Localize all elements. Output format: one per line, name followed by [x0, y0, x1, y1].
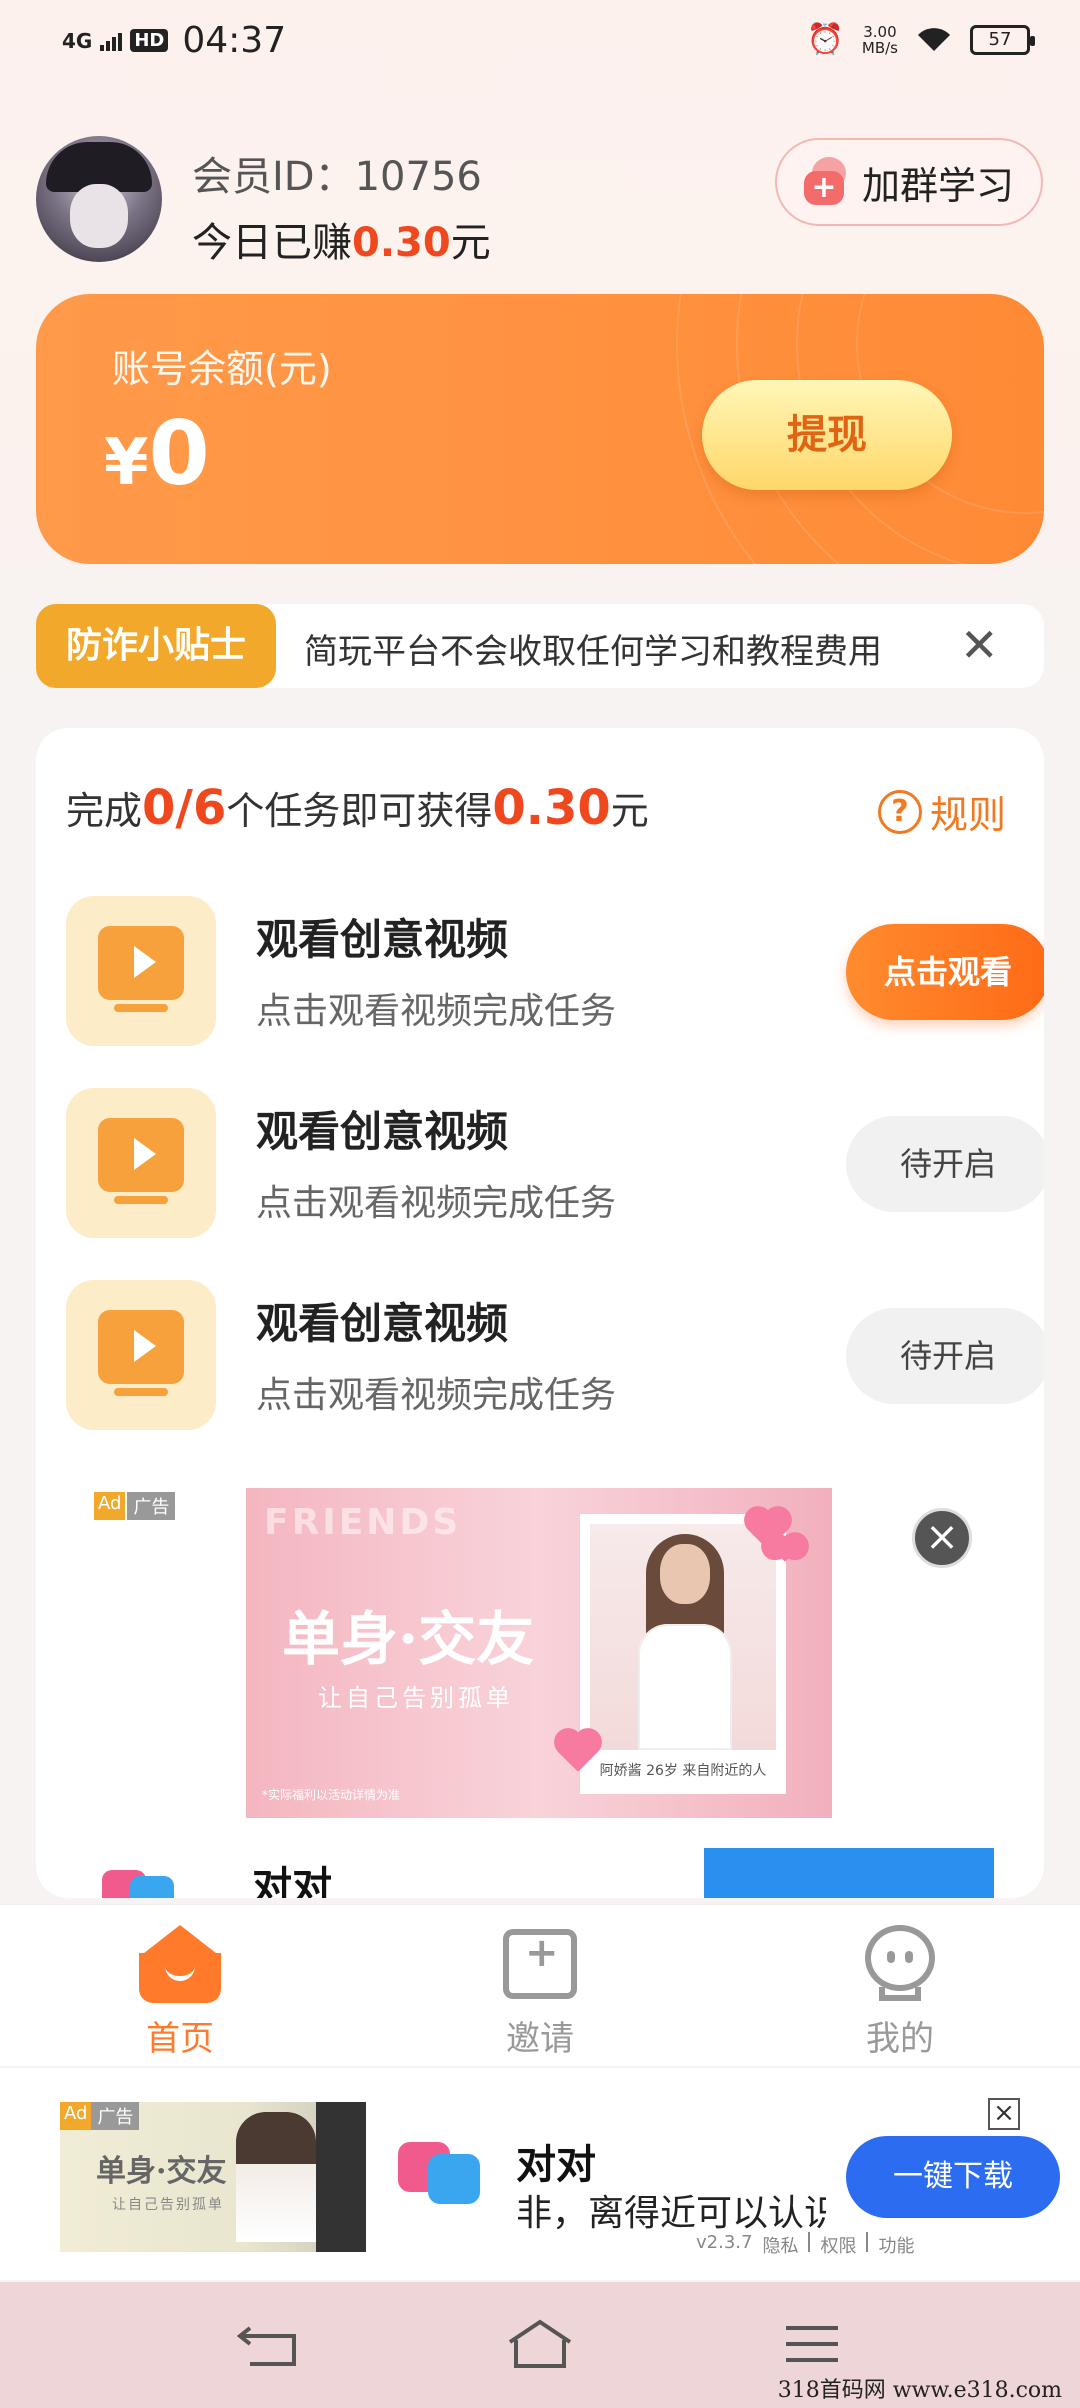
- ad-headline: 单身·交友: [282, 1605, 535, 1673]
- balance-label: 账号余额(元): [112, 347, 332, 391]
- nav-profile-label: 我的: [866, 2019, 934, 2059]
- close-icon[interactable]: ×: [988, 2098, 1020, 2130]
- profile-icon: [859, 1925, 941, 2003]
- task-subtitle: 点击观看视频完成任务: [256, 1375, 617, 1416]
- currency-symbol: ¥: [104, 426, 149, 500]
- task-progress-heading: 完成0/6个任务即可获得0.30元: [66, 780, 649, 836]
- system-nav-bar: 318首码网 www.e318.com: [0, 2282, 1080, 2408]
- ad-subline: 让自己告别孤单: [318, 1684, 514, 1712]
- task-card: 完成0/6个任务即可获得0.30元 ? 规则 观看创意视频 点击观看视频完成任务…: [36, 728, 1044, 1898]
- features-link[interactable]: 功能: [878, 2232, 914, 2258]
- wifi-icon: [916, 27, 952, 53]
- heart-icon: [772, 1536, 798, 1562]
- duidui-app-icon: [398, 2138, 486, 2210]
- ad-fineprint: *实际福利以活动详情为准: [262, 1788, 401, 1802]
- withdraw-button[interactable]: 提现: [702, 380, 952, 490]
- video-task-icon: [66, 1088, 216, 1238]
- join-group-button[interactable]: + 加群学习: [775, 138, 1043, 226]
- task-subtitle: 点击观看视频完成任务: [256, 1183, 617, 1224]
- avatar-face: [70, 184, 128, 248]
- close-icon[interactable]: ✕: [960, 618, 999, 672]
- back-icon[interactable]: [236, 2322, 306, 2370]
- home-icon: [139, 1925, 221, 2003]
- nav-invite[interactable]: + 邀请: [440, 1925, 640, 2060]
- nav-profile[interactable]: 我的: [800, 1925, 1000, 2060]
- join-group-label: 加群学习: [861, 163, 1014, 208]
- status-right: ⏰ 3.00 MB/s 57: [806, 22, 1035, 57]
- nav-invite-label: 邀请: [506, 2019, 574, 2059]
- clock: 04:37: [182, 20, 287, 61]
- ad-close-icon[interactable]: ×: [912, 1508, 972, 1568]
- home-button-icon[interactable]: [506, 2318, 574, 2370]
- member-id: 会员ID：10756: [192, 154, 482, 200]
- ad-badge: Ad 广告: [94, 1492, 176, 1520]
- rules-label: 规则: [930, 793, 1007, 837]
- status-left: 4G HD 04:37: [62, 20, 286, 61]
- ad-app-name: 对对: [252, 1864, 332, 1898]
- rules-link[interactable]: ? 规则: [878, 784, 1006, 839]
- today-earned: 今日已赚0.30元: [192, 220, 491, 266]
- watermark: 318首码网 www.e318.com: [777, 2378, 1062, 2403]
- task-reward: 0.30: [492, 780, 611, 836]
- bottom-ad-app-name: 对对: [516, 2142, 596, 2188]
- download-button[interactable]: 一键下载: [846, 2136, 1060, 2218]
- ad-photo-caption: 阿娇酱 26岁 来自附近的人: [599, 1763, 767, 1779]
- battery-indicator: 57: [970, 24, 1035, 55]
- ad-badge: Ad 广告: [60, 2102, 140, 2130]
- video-task-icon: [66, 1280, 216, 1430]
- task-title: 观看创意视频: [256, 1299, 509, 1348]
- pending-button[interactable]: 待开启: [846, 1116, 1044, 1212]
- ad-download-button[interactable]: [704, 1848, 994, 1898]
- ad-app-meta: v2.3.7 隐私 权限 功能: [696, 2232, 915, 2258]
- ad-friends-text: FRIENDS: [264, 1502, 462, 1543]
- bottom-ad-banner[interactable]: 单身·交友 让自己告别孤单 Ad 广告 对对 非，离得近可以认识 一键下载 × …: [0, 2068, 1080, 2280]
- network-indicator: 4G: [62, 28, 93, 53]
- balance-value: ¥0: [104, 402, 210, 505]
- avatar[interactable]: [36, 136, 162, 262]
- alarm-icon: ⏰: [806, 22, 844, 57]
- hd-badge: HD: [130, 29, 169, 52]
- ad-photo: 阿娇酱 26岁 来自附近的人: [580, 1514, 786, 1794]
- pending-button[interactable]: 待开启: [846, 1308, 1044, 1404]
- video-task-icon: [66, 896, 216, 1046]
- task-progress: 0/6: [142, 780, 227, 836]
- invite-icon: +: [499, 1925, 581, 2003]
- task-subtitle: 点击观看视频完成任务: [256, 991, 617, 1032]
- task-row: 观看创意视频 点击观看视频完成任务 待开启: [66, 1280, 1044, 1430]
- task-title: 观看创意视频: [256, 1107, 509, 1156]
- watch-button[interactable]: 点击观看: [846, 924, 1044, 1020]
- status-bar: 4G HD 04:37 ⏰ 3.00 MB/s 57: [0, 0, 1080, 80]
- signal-icon: [100, 31, 123, 51]
- bottom-nav: 首页 + 邀请 我的: [0, 1904, 1080, 2066]
- dating-ad-banner[interactable]: FRIENDS 单身·交友 让自己告别孤单 *实际福利以活动详情为准 阿娇酱 2…: [246, 1488, 832, 1818]
- task-title: 观看创意视频: [256, 915, 509, 964]
- anti-fraud-tips: 防诈小贴士 简玩平台不会收取任何学习和教程费用 ✕: [36, 604, 1044, 688]
- network-speed: 3.00 MB/s: [861, 22, 898, 57]
- tips-tag: 防诈小贴士: [36, 604, 276, 688]
- balance-card: 账号余额(元) ¥0 提现: [36, 294, 1044, 564]
- nav-home-label: 首页: [146, 2019, 214, 2059]
- help-icon: ?: [878, 789, 922, 834]
- tips-text: 简玩平台不会收取任何学习和教程费用: [304, 632, 882, 672]
- nav-home[interactable]: 首页: [80, 1925, 280, 2060]
- task-row: 观看创意视频 点击观看视频完成任务 点击观看: [66, 896, 1044, 1046]
- permissions-link[interactable]: 权限: [820, 2232, 856, 2258]
- today-earned-amount: 0.30: [352, 220, 451, 266]
- bottom-ad-description: 非，离得近可以认识: [516, 2193, 826, 2234]
- duidui-app-icon: [102, 1870, 174, 1898]
- privacy-link[interactable]: 隐私: [762, 2232, 798, 2258]
- menu-icon[interactable]: [786, 2326, 838, 2374]
- group-add-icon: +: [803, 157, 850, 207]
- task-row: 观看创意视频 点击观看视频完成任务 待开启: [66, 1088, 1044, 1238]
